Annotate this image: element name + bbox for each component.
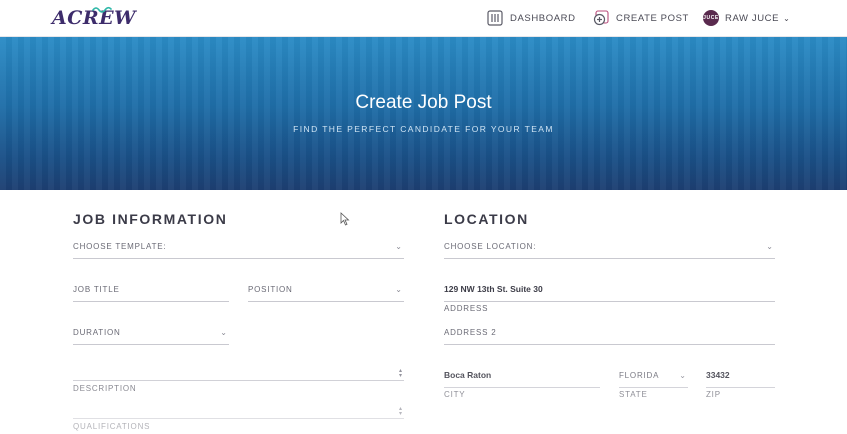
nav-dashboard-label: DASHBOARD [510,12,576,24]
city-field[interactable]: Boca Raton [444,366,600,388]
avatar: JUCE [703,10,719,26]
choose-location-label: CHOOSE LOCATION: [444,242,537,251]
nav-dashboard-link[interactable]: DASHBOARD [487,9,576,27]
city-value: Boca Raton [444,370,492,380]
resize-handle-icon[interactable]: ▴ ▾ [399,406,402,417]
mouse-pointer-icon [340,212,350,226]
top-navigation-bar: ACREW DASHBOARD CREATE POST JUCE RAW JUC… [0,0,847,37]
duration-select[interactable]: DURATION ⌄ [73,323,229,345]
chevron-down-icon: ⌄ [766,242,773,251]
job-information-heading: JOB INFORMATION [73,211,228,227]
resize-handle-icon[interactable]: ▴ ▾ [399,368,402,379]
duration-label: DURATION [73,328,121,337]
address-label: ADDRESS [444,304,489,313]
page-subtitle: FIND THE PERFECT CANDIDATE FOR YOUR TEAM [293,124,554,134]
job-title-label: JOB TITLE [73,285,120,294]
description-textarea[interactable]: ▴ ▾ [73,363,404,381]
logo-squiggle-icon [92,6,112,13]
choose-template-select[interactable]: CHOOSE TEMPLATE: ⌄ [73,237,404,259]
user-name: RAW JUCE [725,12,780,24]
create-post-icon [593,10,609,26]
address-field[interactable]: 129 NW 13th St. Suite 30 [444,280,775,302]
qualifications-textarea[interactable]: ▴ ▾ [73,401,404,419]
job-title-field[interactable]: JOB TITLE [73,280,229,302]
address2-label: ADDRESS 2 [444,328,497,337]
chevron-down-icon: ⌄ [395,285,402,294]
city-label: CITY [444,390,466,399]
state-label: STATE [619,390,648,399]
page-title: Create Job Post [355,92,492,113]
position-select[interactable]: POSITION ⌄ [248,280,404,302]
chevron-down-icon: ⌄ [783,13,791,23]
chevron-down-icon: ⌄ [220,328,227,337]
chevron-down-icon: ⌄ [679,371,686,380]
zip-label: ZIP [706,390,721,399]
user-menu[interactable]: JUCE RAW JUCE ⌄ [703,9,790,27]
address2-field[interactable]: ADDRESS 2 [444,323,775,345]
choose-location-select[interactable]: CHOOSE LOCATION: ⌄ [444,237,775,259]
address-value: 129 NW 13th St. Suite 30 [444,284,543,294]
acrew-logo[interactable]: ACREW [52,5,135,31]
choose-template-label: CHOOSE TEMPLATE: [73,242,167,251]
description-label: DESCRIPTION [73,384,137,393]
zip-field[interactable]: 33432 [706,366,775,388]
dashboard-icon [487,10,503,26]
zip-value: 33432 [706,370,730,380]
state-select[interactable]: FLORIDA ⌄ [619,366,688,388]
nav-create-post-link[interactable]: CREATE POST [593,9,689,27]
hero-banner: Create Job Post FIND THE PERFECT CANDIDA… [0,37,847,190]
position-label: POSITION [248,285,293,294]
state-value: FLORIDA [619,371,660,380]
location-heading: LOCATION [444,211,529,227]
chevron-down-icon: ⌄ [395,242,402,251]
qualifications-label: QUALIFICATIONS [73,422,151,431]
nav-create-post-label: CREATE POST [616,12,689,24]
